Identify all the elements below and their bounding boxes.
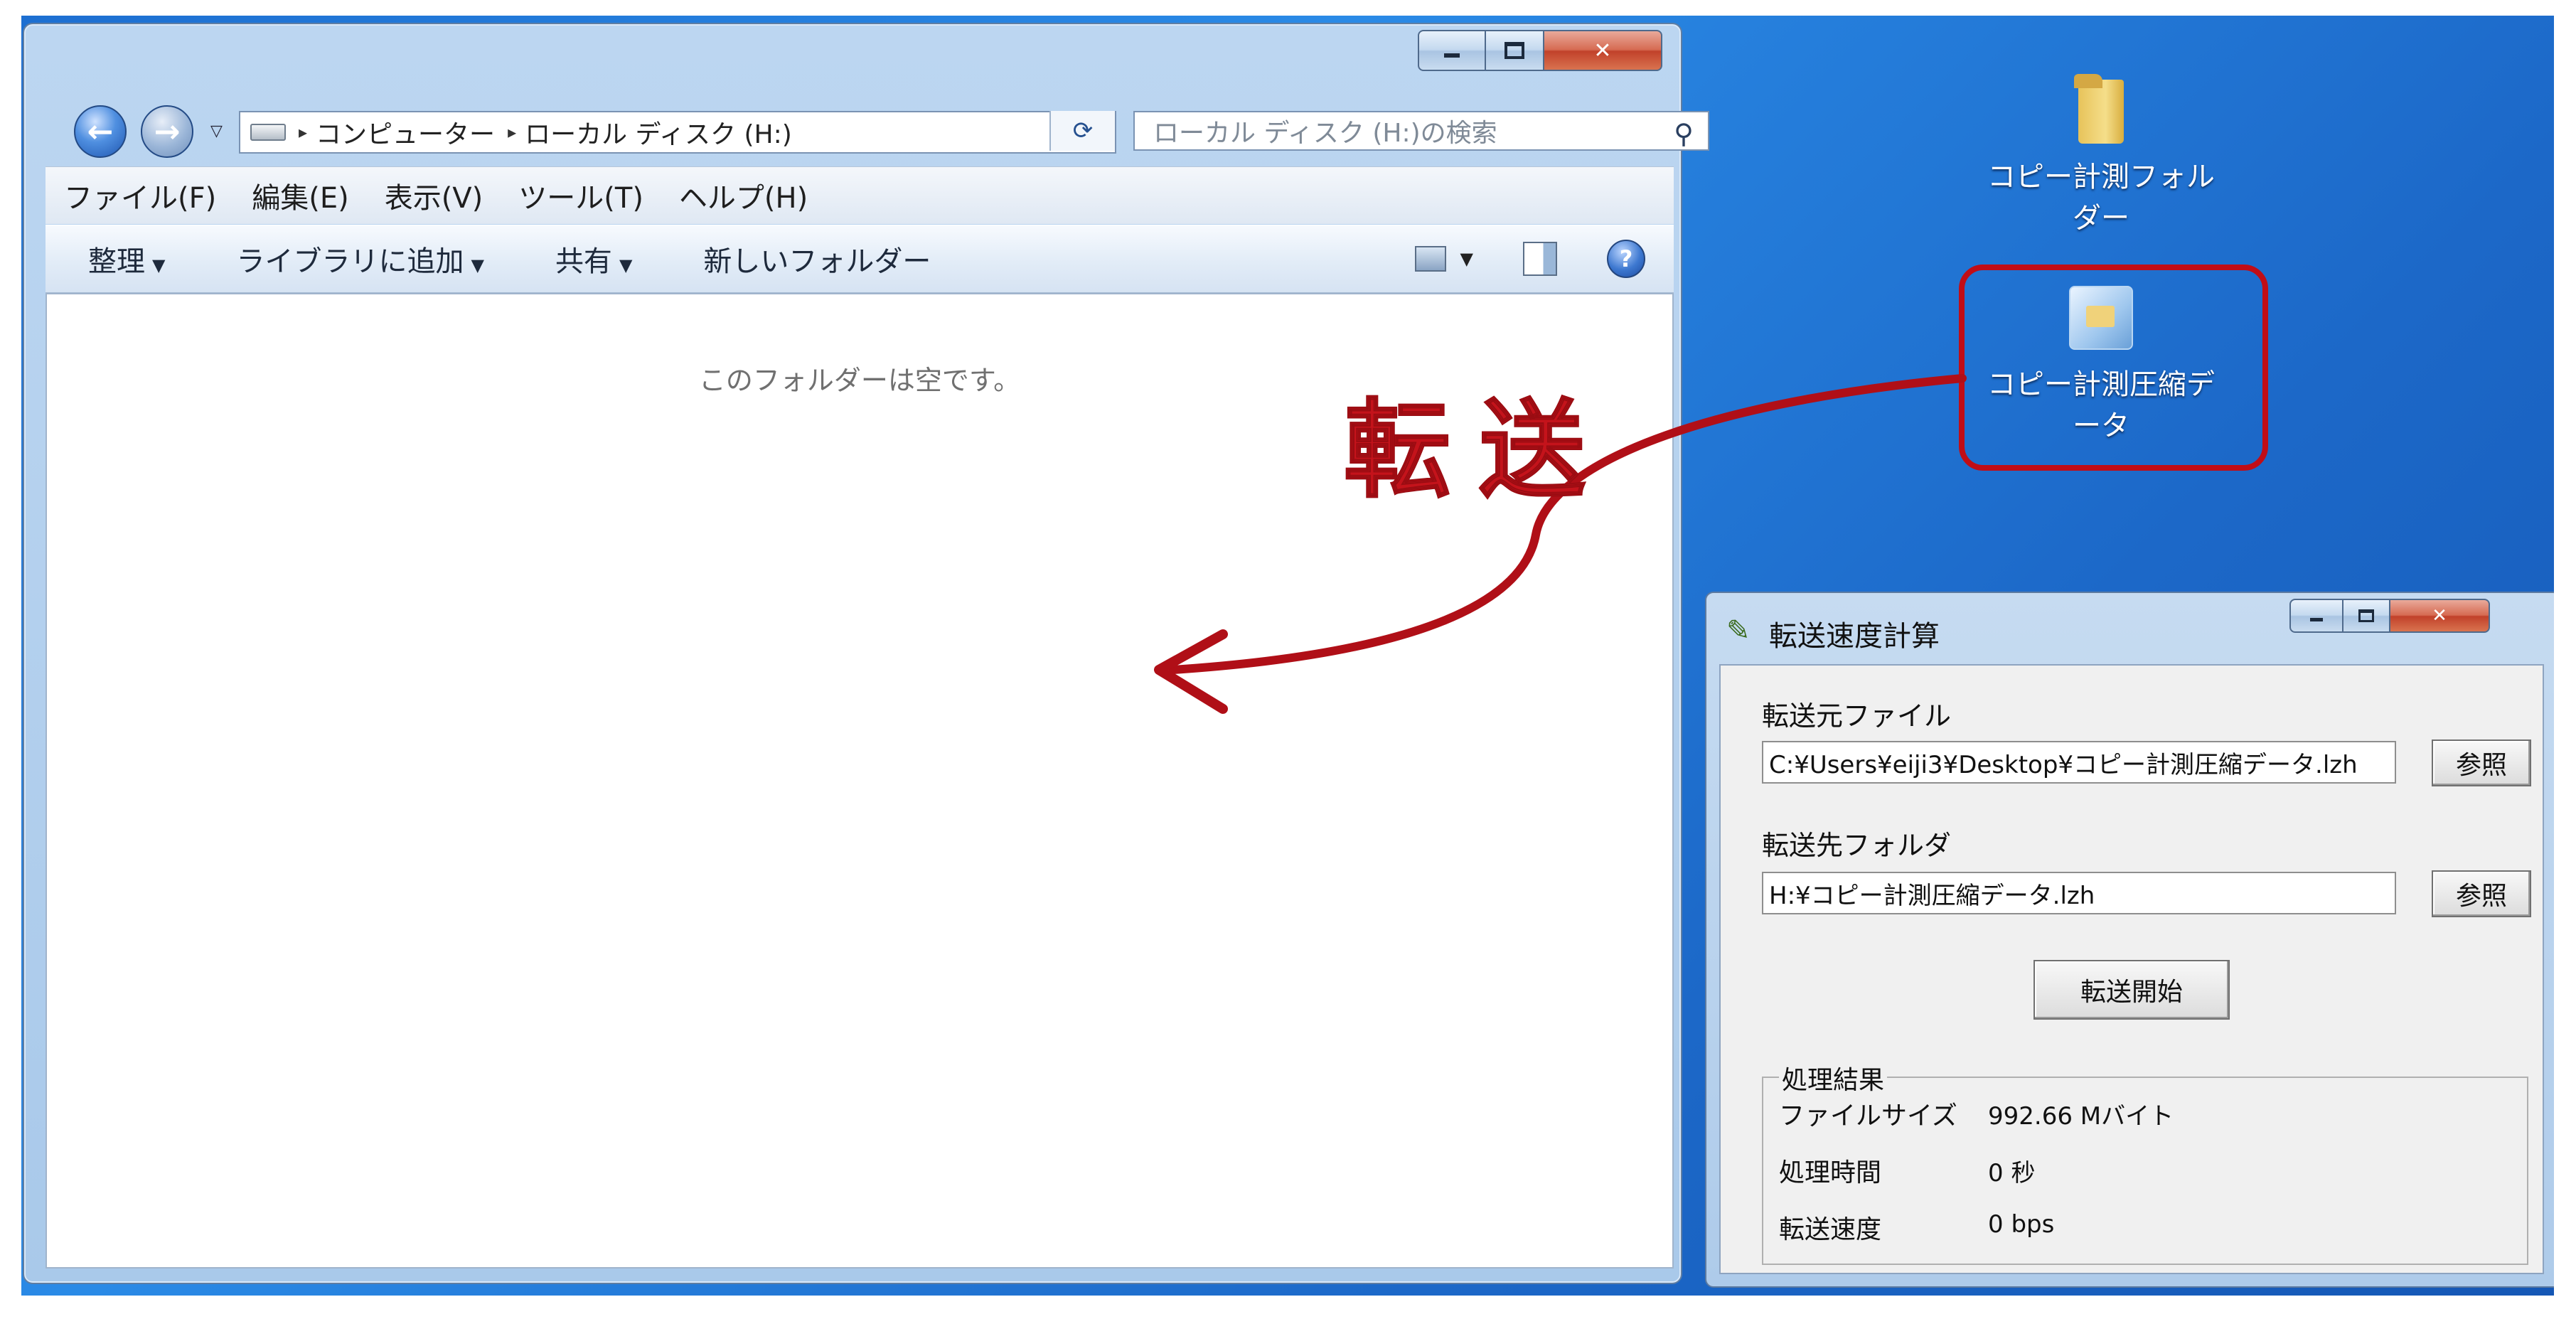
dialog-minimize-button[interactable] (2289, 599, 2343, 633)
results-group-title: 処理結果 (1779, 1059, 1888, 1096)
results-group: 処理結果 ファイルサイズ 992.66 Mバイト 処理時間 0 秒 転送速度 0… (1762, 1059, 2528, 1265)
result-transfer-speed-label: 転送速度 (1779, 1215, 1882, 1244)
app-icon: ✎ (1726, 614, 1751, 647)
dialog-body: 転送元ファイル C:¥Users¥eiji3¥Desktop¥コピー計測圧縮デー… (1719, 664, 2544, 1274)
maximize-icon (2358, 609, 2374, 622)
source-file-input[interactable]: C:¥Users¥eiji3¥Desktop¥コピー計測圧縮データ.lzh (1762, 741, 2396, 784)
destination-folder-input[interactable]: H:¥コピー計測圧縮データ.lzh (1762, 872, 2396, 914)
source-file-label: 転送元ファイル (1762, 700, 1952, 732)
minimize-icon (2310, 617, 2323, 621)
destination-folder-label: 転送先フォルダ (1762, 830, 1952, 861)
result-file-size-label: ファイルサイズ (1779, 1101, 1957, 1131)
dialog-caption-buttons: ✕ (2289, 599, 2490, 633)
result-processing-time-label: 処理時間 (1779, 1158, 1882, 1187)
desktop: ✕ ← → ▽ ▸ コンピューター ▸ ローカル ディスク (H:) ▼ ⟳ ロ… (21, 16, 2554, 1296)
source-browse-button[interactable]: 参照 (2432, 739, 2531, 786)
dialog-maximize-button[interactable] (2343, 599, 2390, 633)
result-file-size-value: 992.66 Mバイト (1988, 1102, 2174, 1131)
transfer-annotation-label: 転送 (1343, 388, 1615, 513)
dialog-title: 転送速度計算 (1769, 620, 1940, 653)
dialog-close-button[interactable]: ✕ (2390, 599, 2490, 633)
transfer-speed-dialog: ✎ 転送速度計算 ✕ 転送元ファイル C:¥Users¥eiji3¥Deskto… (1705, 592, 2554, 1288)
start-transfer-button[interactable]: 転送開始 (2033, 960, 2230, 1020)
result-transfer-speed-value: 0 bps (1988, 1210, 2055, 1239)
destination-browse-button[interactable]: 参照 (2432, 870, 2531, 917)
result-processing-time-value: 0 秒 (1988, 1159, 2036, 1187)
close-icon: ✕ (2432, 605, 2447, 626)
